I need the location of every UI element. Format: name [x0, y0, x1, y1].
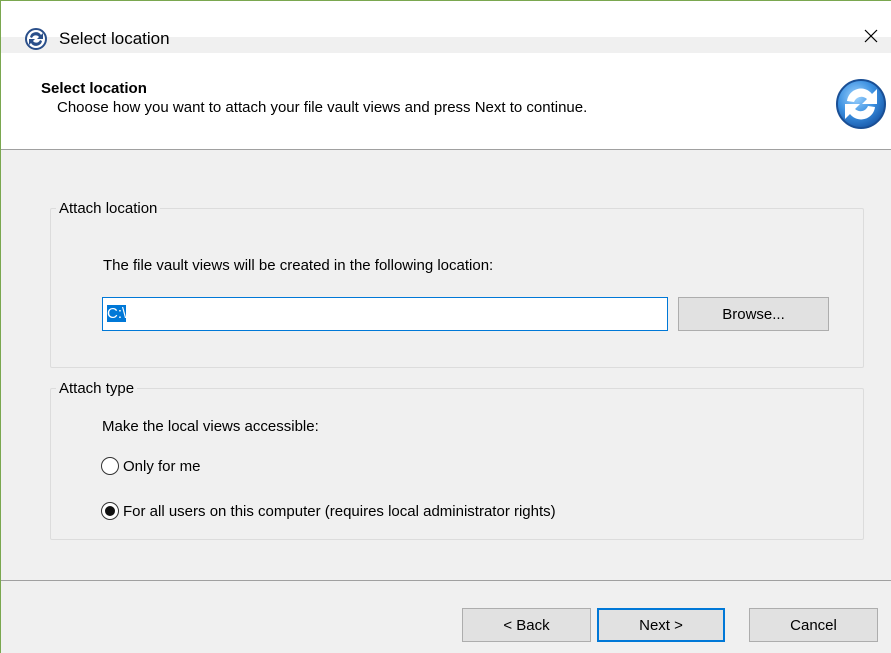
cancel-button[interactable]: Cancel [749, 608, 878, 642]
wizard-content: Attach location The file vault views wil… [1, 150, 891, 580]
attach-type-legend: Attach type [59, 380, 135, 397]
radio-all-users[interactable]: For all users on this computer (requires… [101, 502, 556, 520]
window-title: Select location [59, 29, 170, 48]
close-icon [864, 29, 878, 43]
wizard-footer: < Back Next > Cancel [1, 581, 891, 653]
radio-only-for-me[interactable]: Only for me [101, 457, 201, 475]
radio-label: Only for me [123, 457, 201, 475]
location-description: The file vault views will be created in … [103, 257, 494, 274]
wizard-window: Select location Select location Choose h… [0, 0, 891, 653]
wizard-header: Select location Choose how you want to a… [1, 53, 891, 150]
attach-location-group: Attach location [50, 200, 864, 368]
location-path-input[interactable]: C:\ [102, 297, 668, 331]
path-value: C:\ [107, 305, 127, 322]
next-button[interactable]: Next > [597, 608, 725, 642]
radio-button[interactable] [101, 457, 119, 475]
radio-button-selected[interactable] [101, 502, 119, 520]
radio-label: For all users on this computer (requires… [123, 502, 556, 520]
header-title: Select location [41, 80, 147, 97]
attach-location-legend: Attach location [59, 200, 158, 217]
title-bar: Select location [1, 1, 891, 50]
type-description: Make the local views accessible: [102, 418, 319, 435]
back-button[interactable]: < Back [462, 608, 591, 642]
close-button[interactable] [851, 19, 891, 53]
browse-button[interactable]: Browse... [678, 297, 829, 331]
sync-app-icon [25, 28, 47, 50]
header-subtitle: Choose how you want to attach your file … [57, 99, 588, 116]
sync-icon [836, 79, 886, 129]
